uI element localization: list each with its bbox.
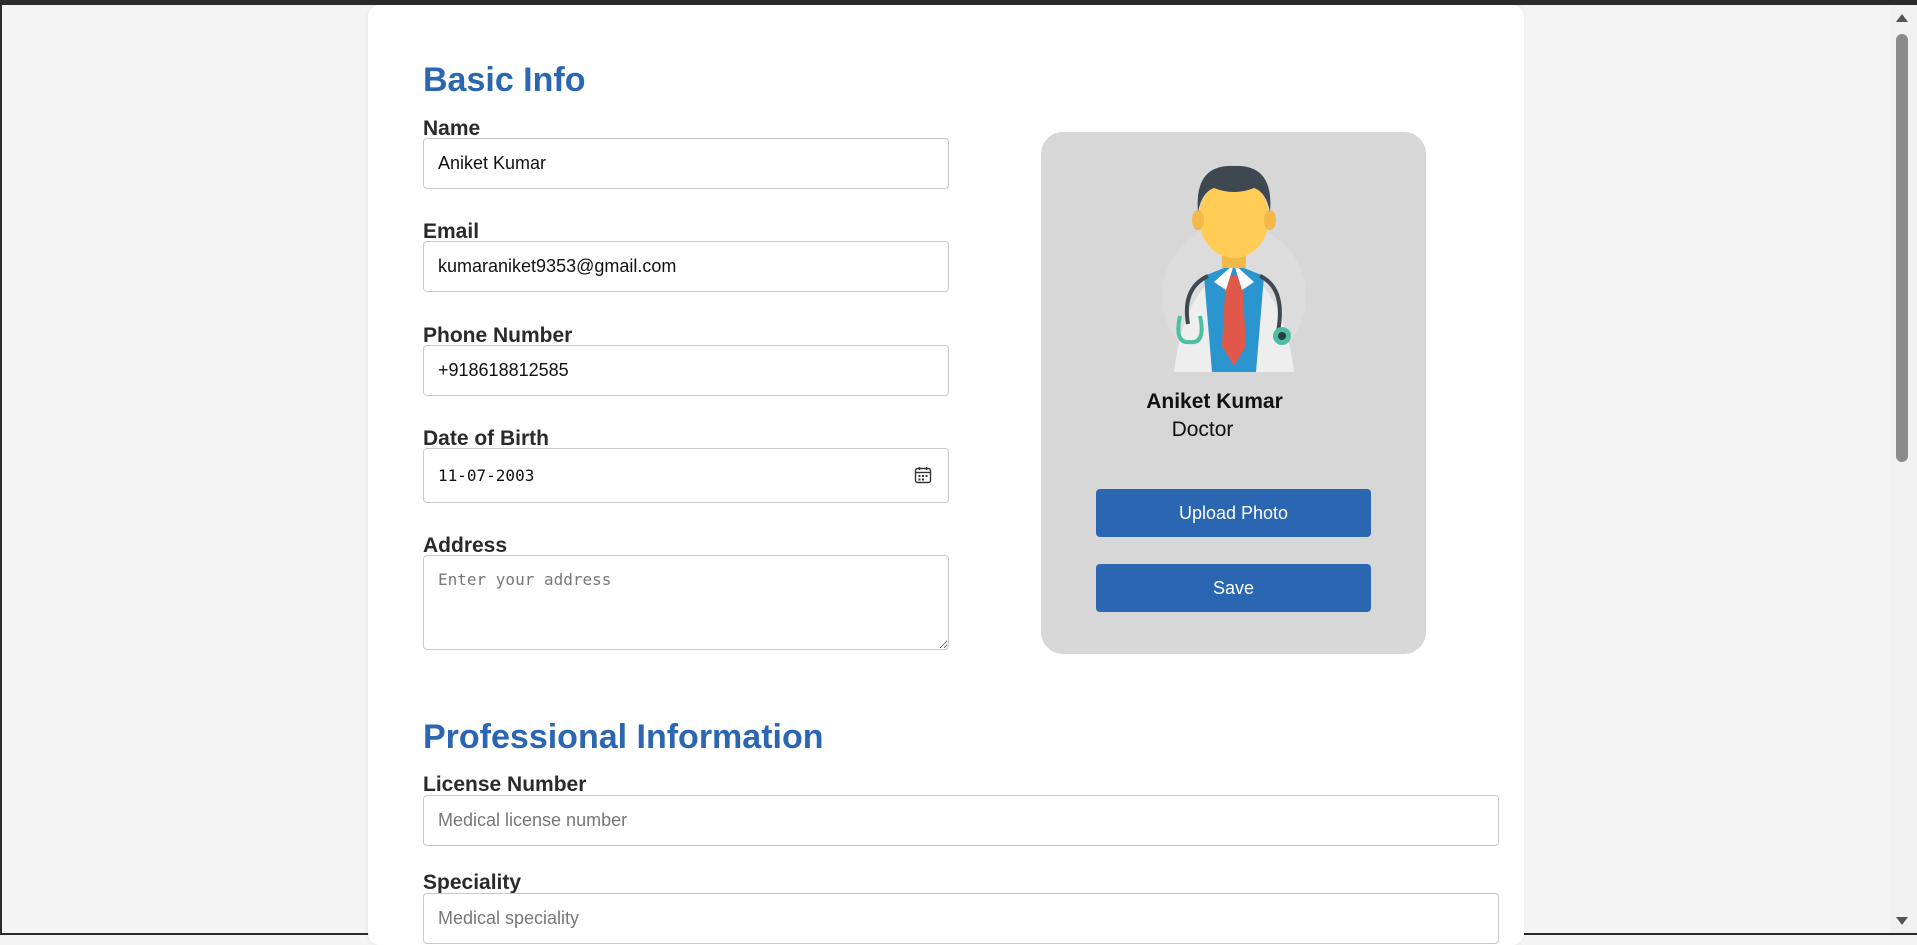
doctor-avatar-icon (1162, 165, 1306, 372)
speciality-input[interactable] (423, 893, 1499, 944)
dob-value: 11-07-2003 (438, 466, 535, 485)
dob-input[interactable]: 11-07-2003 (423, 448, 949, 503)
save-button[interactable]: Save (1096, 564, 1371, 612)
window-left-border (0, 0, 2, 935)
license-label: License Number (423, 773, 587, 796)
profile-name: Aniket Kumar (1146, 390, 1283, 413)
email-input[interactable] (423, 241, 949, 292)
calendar-icon[interactable] (914, 466, 932, 484)
professional-info-title: Professional Information (423, 718, 824, 756)
name-input[interactable] (423, 138, 949, 189)
profile-summary-card: Aniket Kumar Doctor Upload Photo Save (1041, 132, 1426, 654)
phone-input[interactable] (423, 345, 949, 396)
scroll-down-icon[interactable] (1896, 917, 1908, 925)
license-input[interactable] (423, 795, 1499, 846)
upload-photo-button[interactable]: Upload Photo (1096, 489, 1371, 537)
profile-form-card: Basic Info Name Email Phone Number Date … (368, 5, 1524, 945)
scrollbar-thumb[interactable] (1896, 34, 1908, 462)
address-textarea[interactable] (423, 555, 949, 650)
profile-role: Doctor (1171, 418, 1234, 441)
scroll-up-icon[interactable] (1896, 14, 1908, 22)
basic-info-title: Basic Info (423, 61, 586, 99)
speciality-label: Speciality (423, 871, 522, 894)
